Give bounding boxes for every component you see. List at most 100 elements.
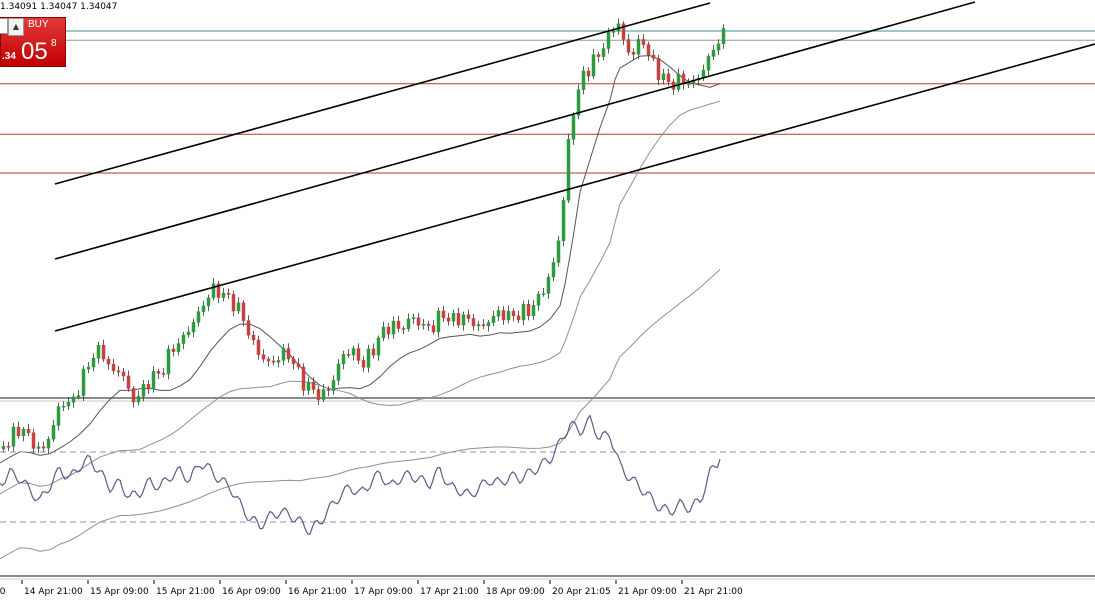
- candle-body: [571, 115, 576, 140]
- candle-body: [721, 28, 726, 45]
- collapse-arrow-icon[interactable]: ▲: [8, 18, 24, 36]
- x-tick-label-1: 15 Apr 09:00: [90, 587, 149, 597]
- x-tick-label-0: 14 Apr 21:00: [24, 587, 83, 597]
- candle-body: [546, 276, 551, 294]
- candle-body: [666, 73, 671, 83]
- candle-body: [436, 310, 441, 333]
- candle-body: [21, 428, 26, 436]
- candle-body: [186, 331, 191, 336]
- candle-body: [26, 428, 31, 434]
- candle-body: [661, 73, 666, 81]
- x-tick-label-4: 16 Apr 21:00: [288, 587, 347, 597]
- candle-body: [606, 31, 611, 49]
- candle-body: [236, 302, 241, 312]
- candle-body: [131, 388, 136, 403]
- candle-body: [656, 58, 661, 81]
- panel-toggle-box[interactable]: [0, 18, 8, 34]
- candle-body: [381, 326, 386, 339]
- candle-body: [591, 54, 596, 77]
- candle-body: [451, 313, 456, 322]
- candle-body: [551, 262, 556, 278]
- candle-body: [286, 348, 291, 360]
- candle-body: [416, 317, 421, 326]
- candle-body: [651, 54, 656, 59]
- candle-body: [321, 389, 326, 400]
- candle-body: [646, 44, 651, 56]
- candle-body: [6, 446, 11, 448]
- candle-body: [141, 384, 146, 397]
- candle-body: [46, 438, 51, 449]
- candle-body: [61, 405, 66, 408]
- x-tick-label-9: 21 Apr 09:00: [618, 587, 677, 597]
- x-tick-clipped: 00: [0, 587, 6, 597]
- candle-body: [71, 396, 76, 403]
- x-tick-label-2: 15 Apr 21:00: [156, 587, 215, 597]
- buy-price-pip: 8: [51, 38, 57, 49]
- candle-body: [441, 310, 446, 319]
- candle-body: [176, 343, 181, 352]
- candle-body: [336, 363, 341, 381]
- candle-body: [511, 310, 516, 317]
- candle-body: [456, 313, 461, 326]
- candle-body: [41, 446, 46, 449]
- x-tick-label-7: 18 Apr 09:00: [486, 587, 545, 597]
- x-tick-label-5: 17 Apr 09:00: [354, 587, 413, 597]
- candle-body: [711, 49, 716, 57]
- candle-body: [466, 314, 471, 319]
- candle-body: [221, 292, 226, 298]
- x-tick-label-8: 20 Apr 21:05: [552, 587, 611, 597]
- moving-average-slow: [0, 269, 721, 560]
- candle-body: [611, 31, 616, 33]
- candle-body: [1, 446, 6, 450]
- candle-body: [251, 334, 256, 341]
- candle-body: [111, 363, 116, 371]
- candle-body: [291, 358, 296, 365]
- candle-body: [31, 432, 36, 449]
- candle-body: [296, 363, 301, 368]
- candle-body: [331, 380, 336, 391]
- buy-button[interactable]: BUY: [28, 19, 49, 30]
- ohlc-readout: 1.34091 1.34047 1.34047: [0, 2, 118, 12]
- candle-body: [166, 348, 171, 375]
- x-tick-label-6: 17 Apr 21:00: [420, 587, 479, 597]
- buy-price-big: 05: [21, 38, 48, 65]
- candle-body: [66, 401, 71, 407]
- candle-body: [556, 240, 561, 263]
- candle-body: [426, 323, 431, 326]
- x-tick-label-3: 16 Apr 09:00: [222, 587, 281, 597]
- candle-body: [566, 139, 571, 201]
- moving-average-fast: [0, 55, 721, 464]
- candle-body: [56, 406, 61, 426]
- candle-body: [316, 389, 321, 400]
- candle-body: [641, 39, 646, 45]
- candle-body: [201, 305, 206, 312]
- candle-body: [401, 328, 406, 330]
- candle-body: [626, 39, 631, 53]
- candle-body: [411, 317, 416, 320]
- candle-body: [226, 292, 231, 295]
- candle-body: [76, 395, 81, 397]
- candle-body: [421, 323, 426, 326]
- candle-body: [536, 293, 541, 306]
- candle-body: [706, 56, 711, 71]
- candle-body: [541, 293, 546, 295]
- candle-body: [246, 320, 251, 336]
- candle-body: [476, 324, 481, 327]
- candle-body: [521, 304, 526, 321]
- candle-body: [181, 334, 186, 344]
- candle-body: [101, 345, 106, 360]
- candle-body: [191, 322, 196, 333]
- candle-body: [526, 304, 531, 317]
- candle-body: [716, 43, 721, 51]
- price-chart[interactable]: 00 14 Apr 21:00 15 Apr 09:00 15 Apr 21:00 16…: [0, 0, 1095, 600]
- candle-body: [196, 311, 201, 323]
- candle-body: [311, 381, 316, 390]
- candle-body: [461, 314, 466, 326]
- candle-body: [391, 320, 396, 335]
- candle-body: [11, 426, 16, 447]
- moving-average-medium: [0, 100, 721, 495]
- candle-body: [156, 371, 161, 374]
- candle-body: [446, 317, 451, 322]
- candle-body: [366, 348, 371, 368]
- candle-body: [211, 283, 216, 299]
